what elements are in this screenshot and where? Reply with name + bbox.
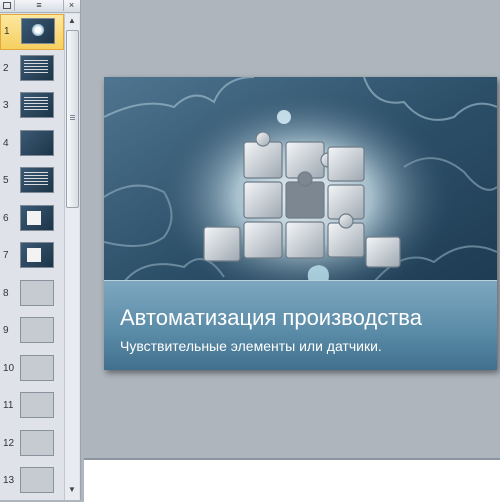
slide-title[interactable]: Автоматизация производства xyxy=(120,305,422,331)
slide-number: 5 xyxy=(3,175,9,186)
outline-tab-icon: ≡ xyxy=(36,0,42,10)
slide-thumbnail[interactable] xyxy=(20,354,54,381)
scrollbar-thumb[interactable] xyxy=(66,30,79,208)
slide-thumbnail-row[interactable]: 5 xyxy=(0,164,64,200)
slide-thumbnail[interactable] xyxy=(20,129,54,156)
slide-number: 4 xyxy=(3,137,9,149)
scrollbar-grip xyxy=(70,117,75,118)
slide-subtitle[interactable]: Чувствительные элементы или датчики. xyxy=(120,338,382,354)
slide-number: 2 xyxy=(3,62,9,74)
slide-thumbnail[interactable] xyxy=(20,167,54,193)
notes-pane[interactable] xyxy=(84,458,500,502)
slide-thumbnail-row[interactable]: 11 xyxy=(0,389,64,425)
close-icon: × xyxy=(68,0,75,10)
scrollbar-grip xyxy=(70,115,75,116)
slide-number: 6 xyxy=(3,212,9,224)
scrollbar-grip xyxy=(70,119,75,120)
slide-thumbnail[interactable] xyxy=(20,392,54,418)
scroll-up-arrow[interactable]: ▲ xyxy=(66,15,78,27)
slide-number: 13 xyxy=(3,475,15,486)
slide-thumbnail[interactable] xyxy=(20,92,54,118)
slide-thumbnail[interactable] xyxy=(20,317,54,343)
slide-thumbnail[interactable] xyxy=(20,429,54,456)
slide-thumbnail[interactable] xyxy=(20,204,54,231)
slide-thumbnail-row[interactable]: 1 xyxy=(0,14,64,50)
slide-number: 1 xyxy=(4,26,10,37)
slide-number: 10 xyxy=(3,362,15,374)
slide-thumbnail-row[interactable]: 7 xyxy=(0,239,64,275)
current-slide[interactable]: Автоматизация производства Чувствительны… xyxy=(104,77,497,370)
close-panel-button[interactable]: × xyxy=(64,0,79,11)
thumbnail-text-lines xyxy=(24,172,48,186)
slide-number: 11 xyxy=(3,400,14,411)
scroll-down-arrow[interactable]: ▼ xyxy=(66,484,78,496)
thumbnail-text-lines xyxy=(24,97,48,111)
slide-thumbnail-row[interactable]: 8 xyxy=(0,277,64,313)
slide-thumbnail-row[interactable]: 12 xyxy=(0,427,64,463)
slide-thumbnail[interactable] xyxy=(20,54,54,81)
slide-number: 8 xyxy=(3,287,9,299)
slide-thumbnail[interactable] xyxy=(20,279,54,306)
slide-thumbnail-row[interactable]: 13 xyxy=(0,464,64,500)
slide-number: 3 xyxy=(3,100,9,111)
slide-thumbnail-row[interactable]: 3 xyxy=(0,89,64,125)
slide-number: 7 xyxy=(3,250,9,261)
slides-tab-icon xyxy=(3,2,11,9)
panel-tab-bar: ≡ × xyxy=(0,0,80,13)
slide-editing-area: Автоматизация производства Чувствительны… xyxy=(84,0,500,455)
slide-thumbnail[interactable] xyxy=(20,467,54,493)
title-band: Автоматизация производства Чувствительны… xyxy=(104,280,497,370)
slide-thumbnail-row[interactable]: 9 xyxy=(0,314,64,350)
slide-thumbnail[interactable] xyxy=(21,18,55,44)
slide-thumbnail-row[interactable]: 4 xyxy=(0,127,64,163)
slide-thumbnail-row[interactable]: 10 xyxy=(0,352,64,388)
slide-thumbnail-row[interactable]: 2 xyxy=(0,52,64,88)
thumbnail-puzzle-image xyxy=(31,24,45,36)
thumbnail-white-block xyxy=(27,210,41,225)
slides-panel: ≡ × 1 2 3 4 5 6 7 8 9 10 11 12 13 ▲ ▼ xyxy=(0,0,81,500)
thumbnail-scrollbar[interactable]: ▲ ▼ xyxy=(64,14,79,500)
slide-number: 12 xyxy=(3,437,15,449)
outline-tab[interactable]: ≡ xyxy=(15,0,64,11)
slide-thumbnail-row[interactable]: 6 xyxy=(0,202,64,238)
slide-thumbnail[interactable] xyxy=(20,242,54,268)
thumbnail-text-lines xyxy=(24,59,48,74)
slides-tab[interactable] xyxy=(0,0,15,11)
thumbnail-white-block xyxy=(27,248,41,262)
slide-number: 9 xyxy=(3,325,9,336)
puzzle-background-image xyxy=(104,77,497,282)
